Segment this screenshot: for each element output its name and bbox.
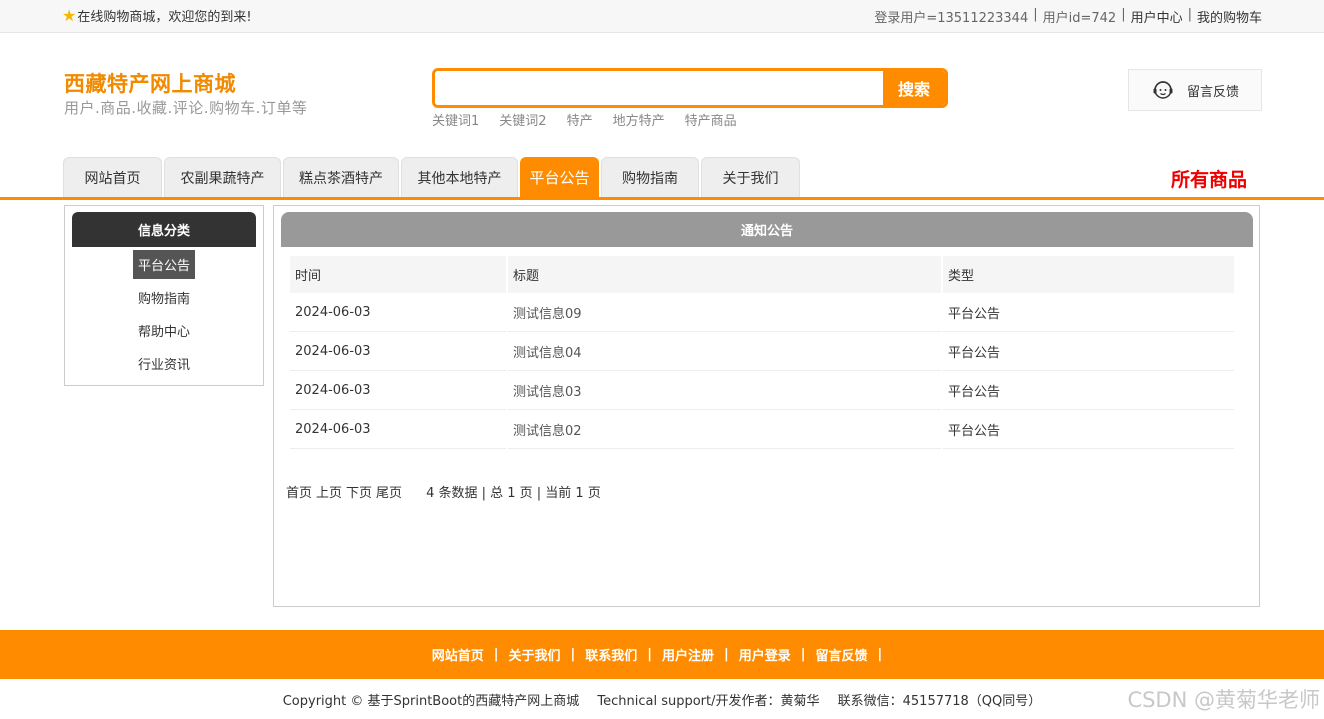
copyright-line: Copyright © 基于SprintBoot的西藏特产网上商城 Techni…: [0, 690, 1324, 709]
sidebar-item-shopping-guide[interactable]: 购物指南: [65, 283, 263, 312]
contact-text: 联系微信：45157718（QQ同号）: [837, 694, 1042, 709]
nav-tab-announcements[interactable]: 平台公告: [520, 157, 599, 197]
cell-time: 2024-06-03: [290, 293, 506, 332]
sidebar-item-label: 购物指南: [137, 292, 190, 307]
star-icon: ★: [62, 5, 77, 25]
main-nav: 网站首页 农副果蔬特产 糕点茶酒特产 其他本地特产 平台公告 购物指南 关于我们…: [0, 157, 1324, 200]
footer-link-contact[interactable]: 联系我们: [585, 645, 637, 664]
footer-link-login[interactable]: 用户登录: [739, 645, 791, 664]
sidebar-item-announcements[interactable]: 平台公告: [65, 250, 263, 279]
table-row: 2024-06-03 测试信息04 平台公告: [290, 332, 1234, 371]
site-title[interactable]: 西藏特产网上商城: [64, 68, 236, 98]
table-row: 2024-06-03 测试信息03 平台公告: [290, 371, 1234, 410]
welcome-message: ★ 在线购物商城，欢迎您的到来!: [62, 6, 252, 25]
panel-title: 通知公告: [281, 212, 1253, 247]
separator: |: [877, 647, 883, 662]
support-text: Technical support/开发作者：黄菊华: [597, 694, 820, 709]
nav-tab-about-us[interactable]: 关于我们: [701, 157, 800, 197]
separator: |: [800, 647, 806, 662]
keyword-link[interactable]: 关键词2: [499, 110, 546, 129]
keyword-link[interactable]: 关键词1: [432, 110, 479, 129]
nav-tab-home[interactable]: 网站首页: [63, 157, 162, 197]
cell-time: 2024-06-03: [290, 332, 506, 371]
my-cart-link[interactable]: 我的购物车: [1197, 7, 1262, 26]
footer-links: 网站首页 | 关于我们 | 联系我们 | 用户注册 | 用户登录 | 留言反馈 |: [0, 630, 1324, 679]
feedback-label: 留言反馈: [1187, 84, 1240, 100]
cell-time: 2024-06-03: [290, 410, 506, 449]
nav-tab-pastry-tea-wine[interactable]: 糕点茶酒特产: [283, 157, 399, 197]
logged-in-user-link[interactable]: 登录用户=13511223344: [874, 7, 1028, 26]
keyword-link[interactable]: 地方特产: [613, 110, 665, 129]
user-id-link[interactable]: 用户id=742: [1043, 7, 1117, 26]
watermark: CSDN @黄菊华老师: [1127, 688, 1320, 712]
notice-panel: 通知公告 时间 标题 类型 2024-06-03 测试信息09 平台公告 202…: [273, 205, 1260, 607]
keyword-link[interactable]: 特产: [567, 110, 593, 129]
separator: |: [1121, 7, 1126, 22]
pager-info: 4 条数据 | 总 1 页 | 当前 1 页: [426, 486, 601, 501]
table-row: 2024-06-03 测试信息09 平台公告: [290, 293, 1234, 332]
copyright-text: Copyright © 基于SprintBoot的西藏特产网上商城: [282, 694, 580, 709]
separator: |: [724, 647, 729, 662]
user-links: 登录用户=13511223344 | 用户id=742 | 用户中心 | 我的购…: [874, 7, 1262, 26]
cell-type: 平台公告: [943, 332, 1234, 371]
cell-time: 2024-06-03: [290, 371, 506, 410]
separator: |: [570, 647, 576, 662]
cell-title-link[interactable]: 测试信息09: [508, 293, 941, 332]
sidebar-item-label: 帮助中心: [137, 325, 190, 340]
notice-table: 时间 标题 类型 2024-06-03 测试信息09 平台公告 2024-06-…: [288, 256, 1236, 449]
cell-title-link[interactable]: 测试信息04: [508, 332, 941, 371]
table-header-row: 时间 标题 类型: [290, 256, 1234, 293]
column-header-title: 标题: [508, 256, 941, 293]
footer-link-home[interactable]: 网站首页: [432, 645, 484, 664]
pager-first[interactable]: 首页: [286, 482, 312, 501]
keyword-link[interactable]: 特产商品: [685, 110, 737, 129]
cell-type: 平台公告: [943, 371, 1234, 410]
sidebar-item-industry-news[interactable]: 行业资讯: [65, 349, 263, 378]
cell-type: 平台公告: [943, 410, 1234, 449]
table-row: 2024-06-03 测试信息02 平台公告: [290, 410, 1234, 449]
pagination: 首页 上页 下页 尾页 4 条数据 | 总 1 页 | 当前 1 页: [286, 482, 601, 501]
hot-keywords: 关键词1 关键词2 特产 地方特产 特产商品: [432, 110, 737, 129]
column-header-type: 类型: [943, 256, 1234, 293]
cell-title-link[interactable]: 测试信息02: [508, 410, 941, 449]
nav-tab-produce[interactable]: 农副果蔬特产: [164, 157, 281, 197]
sidebar-item-help-center[interactable]: 帮助中心: [65, 316, 263, 345]
search-button[interactable]: 搜索: [883, 71, 945, 105]
customer-service-icon: [1153, 81, 1173, 99]
sidebar-title: 信息分类: [72, 212, 256, 247]
cell-title-link[interactable]: 测试信息03: [508, 371, 941, 410]
pager-last[interactable]: 尾页: [376, 482, 402, 501]
separator: |: [493, 647, 499, 662]
all-goods-link[interactable]: 所有商品: [1171, 165, 1247, 192]
info-category-sidebar: 信息分类 平台公告 购物指南 帮助中心 行业资讯: [64, 205, 264, 386]
nav-tab-other-specialties[interactable]: 其他本地特产: [401, 157, 518, 197]
pager-prev[interactable]: 上页: [316, 482, 342, 501]
welcome-text: 在线购物商城，欢迎您的到来!: [77, 10, 252, 25]
footer-link-register[interactable]: 用户注册: [662, 645, 714, 664]
footer-link-about[interactable]: 关于我们: [508, 645, 560, 664]
top-bar: ★ 在线购物商城，欢迎您的到来! 登录用户=13511223344 | 用户id…: [0, 0, 1324, 33]
sidebar-item-label: 平台公告: [132, 250, 195, 279]
pager-next[interactable]: 下页: [346, 482, 372, 501]
user-center-link[interactable]: 用户中心: [1131, 7, 1183, 26]
footer-link-feedback[interactable]: 留言反馈: [816, 645, 868, 664]
cell-type: 平台公告: [943, 293, 1234, 332]
search-box: 搜索: [432, 68, 948, 108]
feedback-button[interactable]: 留言反馈: [1128, 69, 1262, 111]
site-subtitle: 用户.商品.收藏.评论.购物车.订单等: [64, 99, 308, 117]
separator: |: [647, 647, 652, 662]
separator: |: [1033, 7, 1038, 22]
sidebar-item-label: 行业资讯: [137, 358, 190, 373]
nav-tab-shopping-guide[interactable]: 购物指南: [601, 157, 699, 197]
column-header-time: 时间: [290, 256, 506, 293]
separator: |: [1187, 7, 1192, 22]
search-input[interactable]: [435, 71, 883, 105]
